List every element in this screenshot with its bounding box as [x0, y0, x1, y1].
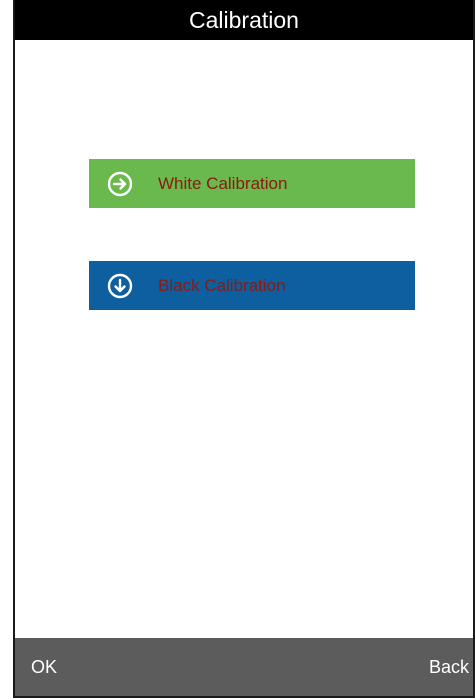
ok-softkey[interactable]: OK [31, 638, 57, 696]
back-softkey[interactable]: Back [429, 638, 469, 696]
arrow-right-circle-icon [107, 171, 133, 197]
black-calibration-button[interactable]: Black Calibration [89, 261, 415, 310]
black-calibration-label: Black Calibration [158, 275, 286, 295]
softkey-bar: OK Back [15, 638, 473, 696]
title-bar: Calibration [15, 0, 473, 40]
white-calibration-label: White Calibration [158, 173, 288, 193]
arrow-down-circle-icon [107, 273, 133, 299]
page-title: Calibration [189, 7, 299, 33]
white-calibration-button[interactable]: White Calibration [89, 159, 415, 208]
calibration-screen: Calibration White Calibration Black Cali… [13, 0, 475, 698]
